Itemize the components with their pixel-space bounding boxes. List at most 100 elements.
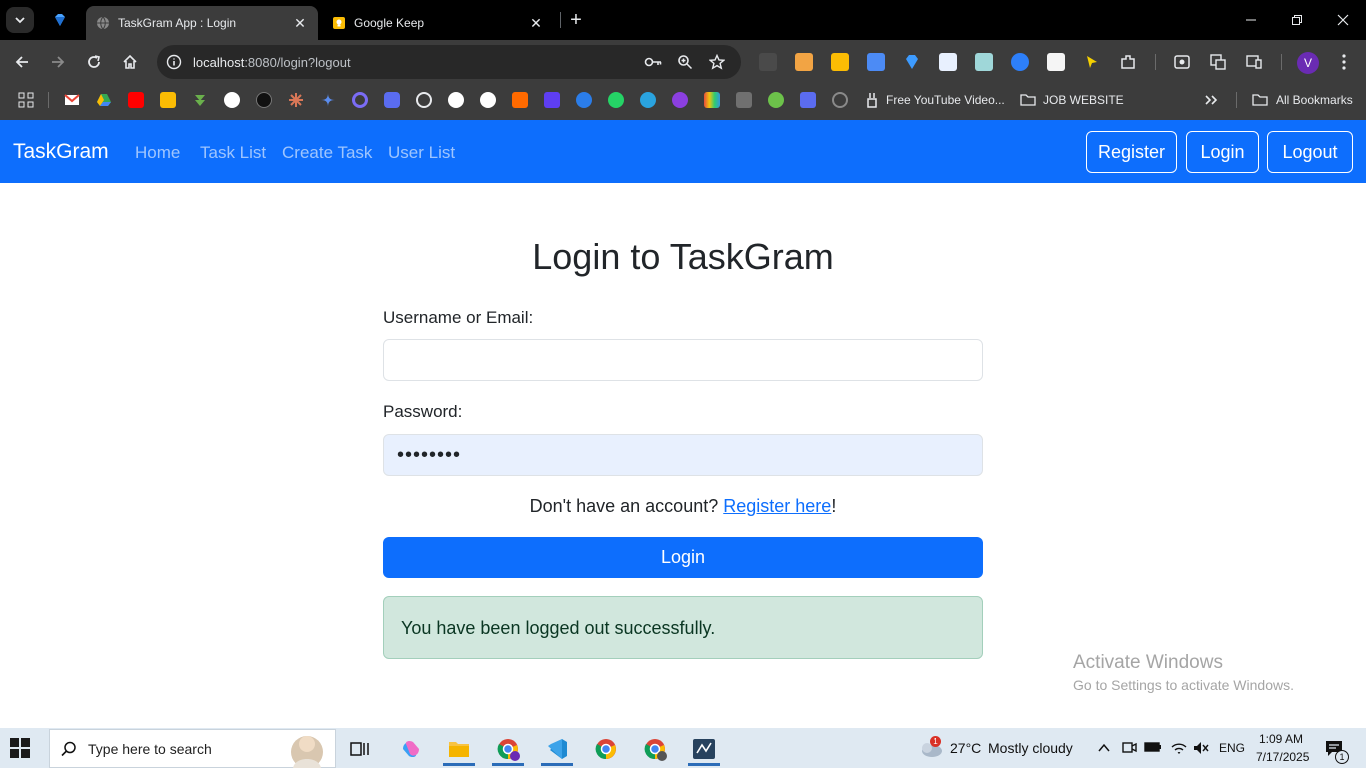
u-app-icon[interactable] bbox=[672, 92, 688, 108]
keep-bookmark-icon[interactable] bbox=[160, 92, 176, 108]
gmail-icon[interactable] bbox=[64, 92, 80, 108]
extension-news-icon[interactable] bbox=[1047, 53, 1065, 71]
profile-avatar[interactable]: V bbox=[1297, 52, 1319, 74]
extension-keep-icon[interactable] bbox=[831, 53, 849, 71]
screenshot-icon[interactable] bbox=[1173, 53, 1191, 71]
extension-sync-icon[interactable] bbox=[1011, 53, 1029, 71]
username-input[interactable] bbox=[383, 339, 983, 381]
close-icon[interactable]: ✕ bbox=[528, 15, 544, 31]
grok-icon[interactable] bbox=[448, 92, 464, 108]
close-icon[interactable]: ✕ bbox=[292, 15, 308, 31]
extension-cursor-icon[interactable] bbox=[1083, 53, 1101, 71]
copilot-taskbar-icon[interactable] bbox=[391, 732, 431, 766]
bookmark-job-website[interactable]: JOB WEBSITE bbox=[1043, 93, 1124, 107]
extensions-puzzle-icon[interactable] bbox=[1119, 53, 1137, 71]
address-bar[interactable]: localhost:8080/login?logout bbox=[157, 45, 741, 79]
chatgpt-icon[interactable] bbox=[224, 92, 240, 108]
logout-button[interactable]: Logout bbox=[1267, 131, 1353, 173]
extension-orange-icon[interactable] bbox=[795, 53, 813, 71]
extension-translate-icon[interactable] bbox=[867, 53, 885, 71]
chevron-double-right-icon[interactable] bbox=[1203, 92, 1219, 108]
terminal-icon[interactable] bbox=[736, 92, 752, 108]
tab-google-keep[interactable]: Google Keep ✕ bbox=[322, 6, 554, 40]
login-submit-button[interactable]: Login bbox=[383, 537, 983, 578]
extension-cast-icon[interactable] bbox=[759, 53, 777, 71]
tab-taskgram[interactable]: TaskGram App : Login ✕ bbox=[86, 6, 318, 40]
language-indicator[interactable]: ENG bbox=[1219, 741, 1245, 755]
pinned-tab[interactable] bbox=[44, 7, 76, 33]
bookmark-star-icon[interactable] bbox=[708, 53, 726, 71]
extension-job-icon[interactable] bbox=[939, 53, 957, 71]
reload-button[interactable] bbox=[82, 50, 106, 74]
spark-icon[interactable] bbox=[544, 92, 560, 108]
task-view-icon[interactable] bbox=[340, 732, 380, 766]
login-nav-button[interactable]: Login bbox=[1186, 131, 1259, 173]
register-button[interactable]: Register bbox=[1086, 131, 1177, 173]
folder-icon[interactable] bbox=[1020, 92, 1036, 108]
m-app-icon[interactable] bbox=[512, 92, 528, 108]
home-button[interactable] bbox=[118, 50, 142, 74]
gear-icon[interactable] bbox=[832, 92, 848, 108]
tab-search-button[interactable] bbox=[6, 7, 34, 33]
windows-start-icon[interactable] bbox=[10, 738, 30, 758]
chrome-icon[interactable] bbox=[586, 732, 626, 766]
telegram-icon[interactable] bbox=[640, 92, 656, 108]
register-link[interactable]: Register here bbox=[723, 496, 831, 516]
drive-icon[interactable] bbox=[96, 92, 112, 108]
perplexity-icon[interactable] bbox=[256, 92, 272, 108]
wifi-icon[interactable] bbox=[1170, 739, 1188, 760]
mysql-workbench-icon[interactable] bbox=[684, 732, 724, 766]
extension-reader-icon[interactable] bbox=[975, 53, 993, 71]
vscode-icon[interactable] bbox=[537, 732, 577, 766]
bookmark-youtube-video[interactable]: Free YouTube Video... bbox=[886, 93, 1005, 107]
claude-icon[interactable] bbox=[288, 92, 304, 108]
zoom-icon[interactable] bbox=[676, 53, 694, 71]
restore-button[interactable] bbox=[1277, 8, 1317, 32]
site-info-icon[interactable] bbox=[165, 53, 183, 71]
new-tab-button[interactable]: + bbox=[565, 10, 587, 32]
kebab-menu-icon[interactable] bbox=[1335, 53, 1353, 71]
weather-desc[interactable]: Mostly cloudy bbox=[988, 740, 1073, 756]
code-icon[interactable] bbox=[800, 92, 816, 108]
whatsapp-icon[interactable] bbox=[608, 92, 624, 108]
back-button[interactable] bbox=[10, 50, 34, 74]
slash-icon[interactable] bbox=[416, 92, 432, 108]
play-icon[interactable] bbox=[576, 92, 592, 108]
gemini-icon[interactable] bbox=[320, 92, 336, 108]
nav-user-list[interactable]: User List bbox=[388, 143, 455, 163]
folder-icon[interactable] bbox=[1252, 92, 1268, 108]
download-icon[interactable] bbox=[192, 92, 208, 108]
all-bookmarks[interactable]: All Bookmarks bbox=[1276, 93, 1353, 107]
volume-muted-icon[interactable] bbox=[1192, 740, 1210, 761]
minimize-button[interactable] bbox=[1231, 8, 1271, 32]
copilot-icon[interactable] bbox=[384, 92, 400, 108]
chevron-up-icon[interactable] bbox=[1097, 741, 1111, 759]
password-input[interactable] bbox=[383, 434, 983, 476]
translate-icon[interactable] bbox=[1209, 53, 1227, 71]
nav-create-task[interactable]: Create Task bbox=[282, 143, 372, 163]
weather-temp[interactable]: 27°C bbox=[950, 740, 981, 756]
extension-gem-icon[interactable] bbox=[903, 53, 921, 71]
url-text[interactable]: localhost:8080/login?logout bbox=[193, 55, 351, 70]
clock-date[interactable]: 7/17/2025 bbox=[1256, 750, 1309, 764]
nav-home[interactable]: Home bbox=[135, 143, 180, 163]
taskbar-search[interactable]: Type here to search bbox=[49, 729, 336, 768]
apps-grid-icon[interactable] bbox=[18, 92, 34, 108]
leaf-icon[interactable] bbox=[768, 92, 784, 108]
brand-logo[interactable]: TaskGram bbox=[13, 140, 109, 164]
meet-icon[interactable] bbox=[1121, 739, 1137, 760]
clock-time[interactable]: 1:09 AM bbox=[1259, 732, 1303, 746]
rabbit-icon[interactable] bbox=[864, 92, 880, 108]
password-key-icon[interactable] bbox=[644, 53, 662, 71]
bars-icon[interactable] bbox=[704, 92, 720, 108]
nav-task-list[interactable]: Task List bbox=[200, 143, 266, 163]
close-window-button[interactable] bbox=[1323, 8, 1363, 32]
chrome-profile-icon[interactable] bbox=[635, 732, 675, 766]
circle-app-icon[interactable] bbox=[352, 92, 368, 108]
youtube-icon[interactable] bbox=[128, 92, 144, 108]
file-explorer-icon[interactable] bbox=[439, 732, 479, 766]
globe-bookmark-icon[interactable] bbox=[480, 92, 496, 108]
chrome-profile-v-icon[interactable] bbox=[488, 732, 528, 766]
forward-button[interactable] bbox=[46, 50, 70, 74]
devices-icon[interactable] bbox=[1245, 53, 1263, 71]
